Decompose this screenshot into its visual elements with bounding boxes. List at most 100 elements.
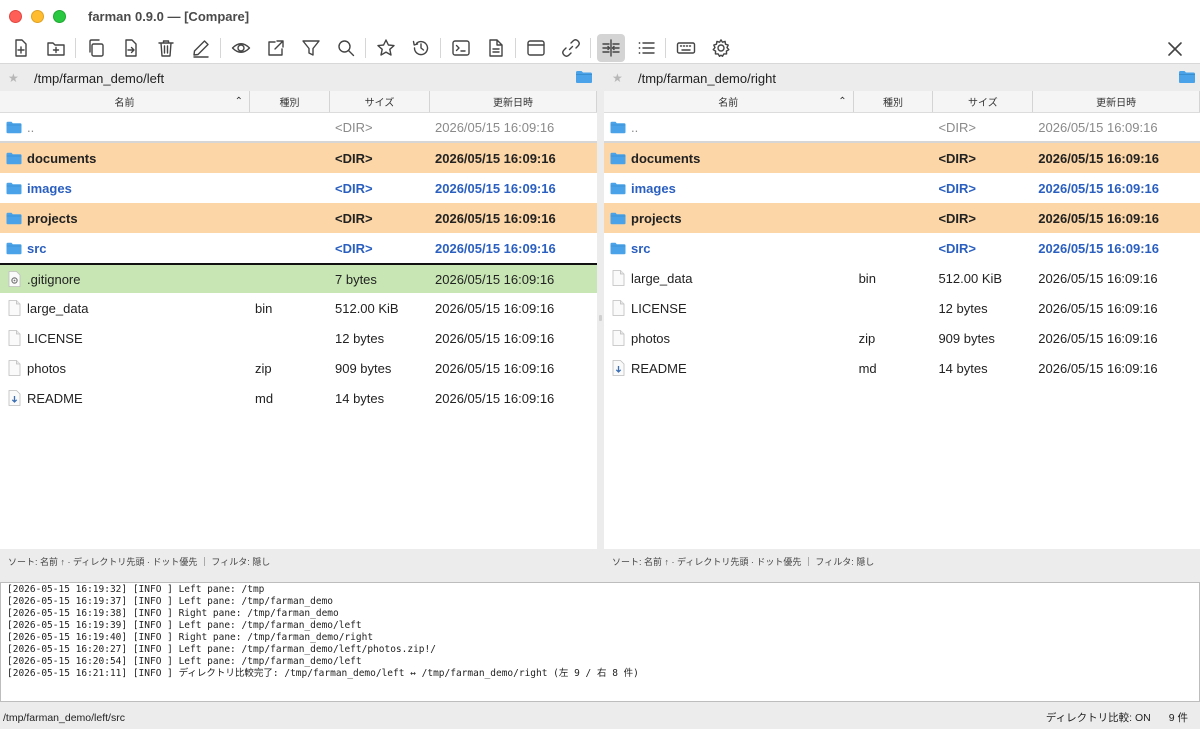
move-button[interactable] bbox=[117, 34, 145, 62]
column-type[interactable]: 種別 bbox=[854, 91, 934, 112]
file-row[interactable]: .gitignore 7 bytes 2026/05/15 16:09:16 bbox=[0, 263, 597, 293]
pane-splitter[interactable] bbox=[597, 65, 604, 573]
title-bar: farman 0.9.0 — [Compare] bbox=[0, 0, 1200, 33]
file-name-cell: documents bbox=[604, 150, 854, 166]
file-row[interactable]: photos zip 909 bytes 2026/05/15 16:09:16 bbox=[0, 353, 597, 383]
column-size[interactable]: サイズ bbox=[330, 91, 430, 112]
file-row[interactable]: projects <DIR> 2026/05/15 16:09:16 bbox=[604, 203, 1200, 233]
column-size[interactable]: サイズ bbox=[933, 91, 1034, 112]
folder-icon[interactable] bbox=[1178, 70, 1196, 87]
column-type-label: 種別 bbox=[279, 98, 300, 109]
bookmark-star-icon[interactable]: ★ bbox=[8, 71, 22, 85]
file-row[interactable]: README md 14 bytes 2026/05/15 16:09:16 bbox=[0, 383, 597, 413]
keyboard-icon bbox=[676, 38, 696, 58]
file-size: 512.00 KiB bbox=[335, 300, 399, 316]
bookmark-button[interactable] bbox=[372, 34, 400, 62]
open-external-button[interactable] bbox=[262, 34, 290, 62]
file-row[interactable]: documents <DIR> 2026/05/15 16:09:16 bbox=[0, 143, 597, 173]
window-button[interactable] bbox=[522, 34, 550, 62]
close-compare-button[interactable] bbox=[1161, 35, 1189, 63]
file-name-cell: projects bbox=[0, 210, 250, 226]
file-row[interactable]: projects <DIR> 2026/05/15 16:09:16 bbox=[0, 203, 597, 233]
right-file-list[interactable]: .. <DIR> 2026/05/15 16:09:16 documents <DIR>… bbox=[604, 113, 1200, 383]
file-size: 909 bytes bbox=[335, 360, 392, 376]
terminal-button[interactable] bbox=[447, 34, 475, 62]
trash-button[interactable] bbox=[152, 34, 180, 62]
file-row[interactable]: LICENSE 12 bytes 2026/05/15 16:09:16 bbox=[604, 293, 1200, 323]
keyboard-button[interactable] bbox=[672, 34, 700, 62]
markdown-file-icon bbox=[610, 360, 626, 376]
file-date: 2026/05/15 16:09:16 bbox=[1038, 180, 1160, 196]
rename-button[interactable] bbox=[187, 34, 215, 62]
maximize-window-button[interactable] bbox=[53, 10, 66, 23]
bookmark-icon bbox=[376, 38, 396, 58]
folder-icon bbox=[610, 150, 626, 166]
folder-icon[interactable] bbox=[575, 70, 593, 87]
file-date: 2026/05/15 16:09:16 bbox=[435, 210, 556, 226]
file-row[interactable]: src <DIR> 2026/05/15 16:09:16 bbox=[604, 233, 1200, 263]
list-button[interactable] bbox=[632, 34, 660, 62]
copy-icon bbox=[86, 38, 106, 58]
column-date-label: 更新日時 bbox=[1096, 98, 1137, 109]
left-path[interactable]: /tmp/farman_demo/left bbox=[34, 71, 164, 86]
file-row[interactable]: LICENSE 12 bytes 2026/05/15 16:09:16 bbox=[0, 323, 597, 353]
file-row[interactable]: images <DIR> 2026/05/15 16:09:16 bbox=[604, 173, 1200, 203]
file-row[interactable]: README md 14 bytes 2026/05/15 16:09:16 bbox=[604, 353, 1200, 383]
file-size: <DIR> bbox=[335, 150, 373, 166]
right-path[interactable]: /tmp/farman_demo/right bbox=[638, 71, 776, 86]
column-type[interactable]: 種別 bbox=[250, 91, 330, 112]
file-name-cell: LICENSE bbox=[604, 300, 854, 316]
filter-button[interactable] bbox=[297, 34, 325, 62]
file-row[interactable]: large_data bin 512.00 KiB 2026/05/15 16:09:… bbox=[0, 293, 597, 323]
column-date[interactable]: 更新日時 bbox=[430, 91, 597, 112]
file-name-cell: documents bbox=[0, 150, 250, 166]
document-button[interactable] bbox=[482, 34, 510, 62]
file-name-cell: images bbox=[604, 180, 854, 196]
search-button[interactable] bbox=[332, 34, 360, 62]
file-name-cell: photos bbox=[0, 360, 250, 376]
file-date: 2026/05/15 16:09:16 bbox=[1038, 360, 1158, 376]
file-size: 14 bytes bbox=[335, 390, 385, 406]
link-button[interactable] bbox=[557, 34, 585, 62]
file-row[interactable]: photos zip 909 bytes 2026/05/15 16:09:16 bbox=[604, 323, 1200, 353]
copy-button[interactable] bbox=[82, 34, 110, 62]
log-line: [2026-05-15 16:19:37] [INFO ] Left pane:… bbox=[7, 596, 334, 607]
file-row[interactable]: .. <DIR> 2026/05/15 16:09:16 bbox=[604, 113, 1200, 143]
compare-button[interactable] bbox=[596, 34, 625, 62]
history-button[interactable] bbox=[407, 34, 435, 62]
left-pane[interactable]: ★ /tmp/farman_demo/left 名前 ⌃ 種別 サイズ 更新日時 … bbox=[0, 65, 597, 573]
file-name-cell: README bbox=[0, 390, 250, 406]
splitter-handle[interactable] bbox=[599, 315, 602, 321]
toolbar bbox=[0, 33, 1200, 64]
settings-button[interactable] bbox=[707, 34, 735, 62]
file-row[interactable]: documents <DIR> 2026/05/15 16:09:16 bbox=[604, 143, 1200, 173]
file-name: photos bbox=[631, 330, 671, 346]
rename-icon bbox=[191, 38, 211, 58]
close-window-button[interactable] bbox=[9, 10, 22, 23]
view-button[interactable] bbox=[227, 34, 255, 62]
file-name: large_data bbox=[27, 300, 89, 316]
folder-icon bbox=[6, 240, 22, 256]
file-size: <DIR> bbox=[335, 180, 373, 196]
right-pane[interactable]: ★ /tmp/farman_demo/right 名前 ⌃ 種別 サイズ 更新日時… bbox=[604, 65, 1200, 573]
file-type: zip bbox=[858, 330, 876, 346]
file-name-cell: large_data bbox=[604, 270, 854, 286]
left-path-bar: ★ /tmp/farman_demo/left bbox=[0, 65, 597, 91]
new-file-button[interactable] bbox=[7, 34, 35, 62]
left-file-list[interactable]: .. <DIR> 2026/05/15 16:09:16 documents <DIR>… bbox=[0, 113, 597, 413]
new-folder-button[interactable] bbox=[42, 34, 70, 62]
file-size: 12 bytes bbox=[335, 330, 385, 346]
log-line: [2026-05-15 16:20:27] [INFO ] Left pane:… bbox=[7, 644, 436, 655]
file-row[interactable]: large_data bin 512.00 KiB 2026/05/15 16:09:… bbox=[604, 263, 1200, 293]
column-date[interactable]: 更新日時 bbox=[1033, 91, 1200, 112]
file-row[interactable]: images <DIR> 2026/05/15 16:09:16 bbox=[0, 173, 597, 203]
log-panel[interactable]: [2026-05-15 16:19:32] [INFO ] Left pane:… bbox=[0, 582, 1200, 702]
bookmark-star-icon[interactable]: ★ bbox=[612, 71, 626, 85]
minimize-window-button[interactable] bbox=[31, 10, 44, 23]
file-row[interactable]: src <DIR> 2026/05/15 16:09:16 bbox=[0, 233, 597, 263]
file-row[interactable]: .. <DIR> 2026/05/15 16:09:16 bbox=[0, 113, 597, 143]
file-size: 7 bytes bbox=[335, 271, 377, 287]
column-name[interactable]: 名前 ⌃ bbox=[0, 91, 250, 112]
window-title: farman 0.9.0 — [Compare] bbox=[88, 9, 250, 24]
column-name[interactable]: 名前 ⌃ bbox=[604, 91, 854, 112]
